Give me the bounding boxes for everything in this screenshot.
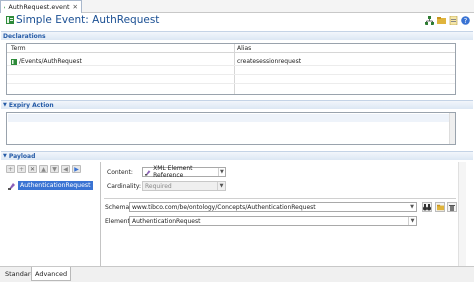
chevron-down-icon[interactable]: ▼ xyxy=(407,202,417,212)
element-combo[interactable]: AuthenticationRequest ▼ xyxy=(129,216,417,226)
term-cell: /Events/AuthRequest xyxy=(11,58,82,65)
alias-cell[interactable]: createsessionrequest xyxy=(237,58,301,65)
schema-value: www.tibco.com/be/ontology/Concepts/Authe… xyxy=(132,203,316,211)
help-icon[interactable]: ? xyxy=(461,16,470,25)
table-row-empty xyxy=(7,75,455,84)
declarations-section-label: Declarations xyxy=(3,32,46,40)
move-right-icon[interactable]: ▶ xyxy=(72,165,81,173)
cardinality-combo[interactable]: Required ▼ xyxy=(142,181,226,191)
move-up-icon[interactable]: ▲ xyxy=(39,165,48,173)
event-file-icon xyxy=(4,6,6,8)
cardinality-value: Required xyxy=(145,182,172,190)
content-combo[interactable]: XML Element Reference ▼ xyxy=(142,165,226,179)
close-icon[interactable]: ✕ xyxy=(73,3,78,11)
element-label: Element: xyxy=(105,218,132,225)
expiry-action-editor[interactable] xyxy=(6,112,456,145)
current-line-highlight xyxy=(8,114,454,122)
browse-icon[interactable] xyxy=(422,202,432,212)
xml-element-icon xyxy=(8,182,15,190)
column-header-alias[interactable]: Alias xyxy=(237,45,251,52)
chevron-down-icon[interactable]: ▼ xyxy=(217,182,225,190)
cardinality-label: Cardinality: xyxy=(107,183,142,190)
editor-tab-strip: AuthRequest.event ✕ xyxy=(0,0,474,13)
table-row-empty xyxy=(7,84,455,93)
title-toolbar: ? xyxy=(425,16,470,25)
schema-label: Schema: xyxy=(105,204,132,211)
tab-advanced[interactable]: Advanced xyxy=(31,267,72,281)
svg-text:?: ? xyxy=(464,17,468,25)
simple-event-icon xyxy=(6,16,14,24)
payload-section-header[interactable]: ▼ Payload xyxy=(1,151,473,160)
table-header: Term Alias xyxy=(7,44,455,53)
element-value: AuthenticationRequest xyxy=(132,217,201,225)
page-title: Simple Event: AuthRequest xyxy=(16,14,160,26)
chevron-down-icon[interactable]: ▼ xyxy=(408,217,416,225)
add-icon[interactable]: + xyxy=(6,165,15,173)
term-value: /Events/AuthRequest xyxy=(19,58,82,65)
event-term-icon xyxy=(11,58,17,65)
schema-field[interactable]: www.tibco.com/be/ontology/Concepts/Authe… xyxy=(129,202,417,212)
trash-icon xyxy=(449,204,455,211)
collapse-icon[interactable]: ▼ xyxy=(3,102,7,108)
field-divider xyxy=(104,198,456,199)
open-file-icon[interactable] xyxy=(449,16,458,25)
vertical-scrollbar[interactable] xyxy=(458,162,466,266)
binoculars-icon xyxy=(423,203,431,210)
payload-tree-panel xyxy=(4,162,100,266)
delete-icon[interactable]: ✕ xyxy=(28,165,37,173)
expiry-section-label: Expiry Action xyxy=(8,101,54,109)
add-child-icon[interactable]: + xyxy=(17,165,26,173)
xml-element-icon xyxy=(145,169,151,176)
payload-tree-item[interactable]: AuthenticationRequest xyxy=(8,181,93,190)
open-schema-icon[interactable] xyxy=(435,202,445,212)
open-file-icon xyxy=(436,204,444,210)
payload-toolbar: + + ✕ ▲ ▼ ◀ ▶ xyxy=(6,165,81,173)
panel-divider[interactable] xyxy=(100,162,101,266)
vertical-scrollbar[interactable] xyxy=(449,113,455,144)
declarations-table: Term Alias /Events/AuthRequest createses… xyxy=(6,43,456,95)
chevron-down-icon[interactable]: ▼ xyxy=(217,168,225,176)
move-down-icon[interactable]: ▼ xyxy=(50,165,59,173)
editor-tab-label: AuthRequest.event xyxy=(8,3,70,11)
content-label: Content: xyxy=(107,169,133,176)
delete-schema-icon[interactable] xyxy=(447,202,457,212)
move-left-icon[interactable]: ◀ xyxy=(61,165,70,173)
hierarchy-icon[interactable] xyxy=(425,16,434,25)
payload-section-label: Payload xyxy=(8,152,36,160)
open-folder-icon[interactable] xyxy=(437,16,446,25)
table-row[interactable]: /Events/AuthRequest createsessionrequest xyxy=(7,57,455,66)
expiry-section-header[interactable]: ▼ Expiry Action xyxy=(1,100,473,109)
bottom-tab-bar: Standard Advanced xyxy=(0,266,474,282)
tree-item-label: AuthenticationRequest xyxy=(18,181,93,190)
declarations-section-header[interactable]: Declarations xyxy=(1,31,473,40)
column-header-term[interactable]: Term xyxy=(11,45,26,52)
table-row-empty xyxy=(7,66,455,75)
collapse-icon[interactable]: ▼ xyxy=(3,153,7,159)
editor-tab-authrequest[interactable]: AuthRequest.event ✕ xyxy=(0,0,82,13)
content-value: XML Element Reference xyxy=(153,165,193,179)
